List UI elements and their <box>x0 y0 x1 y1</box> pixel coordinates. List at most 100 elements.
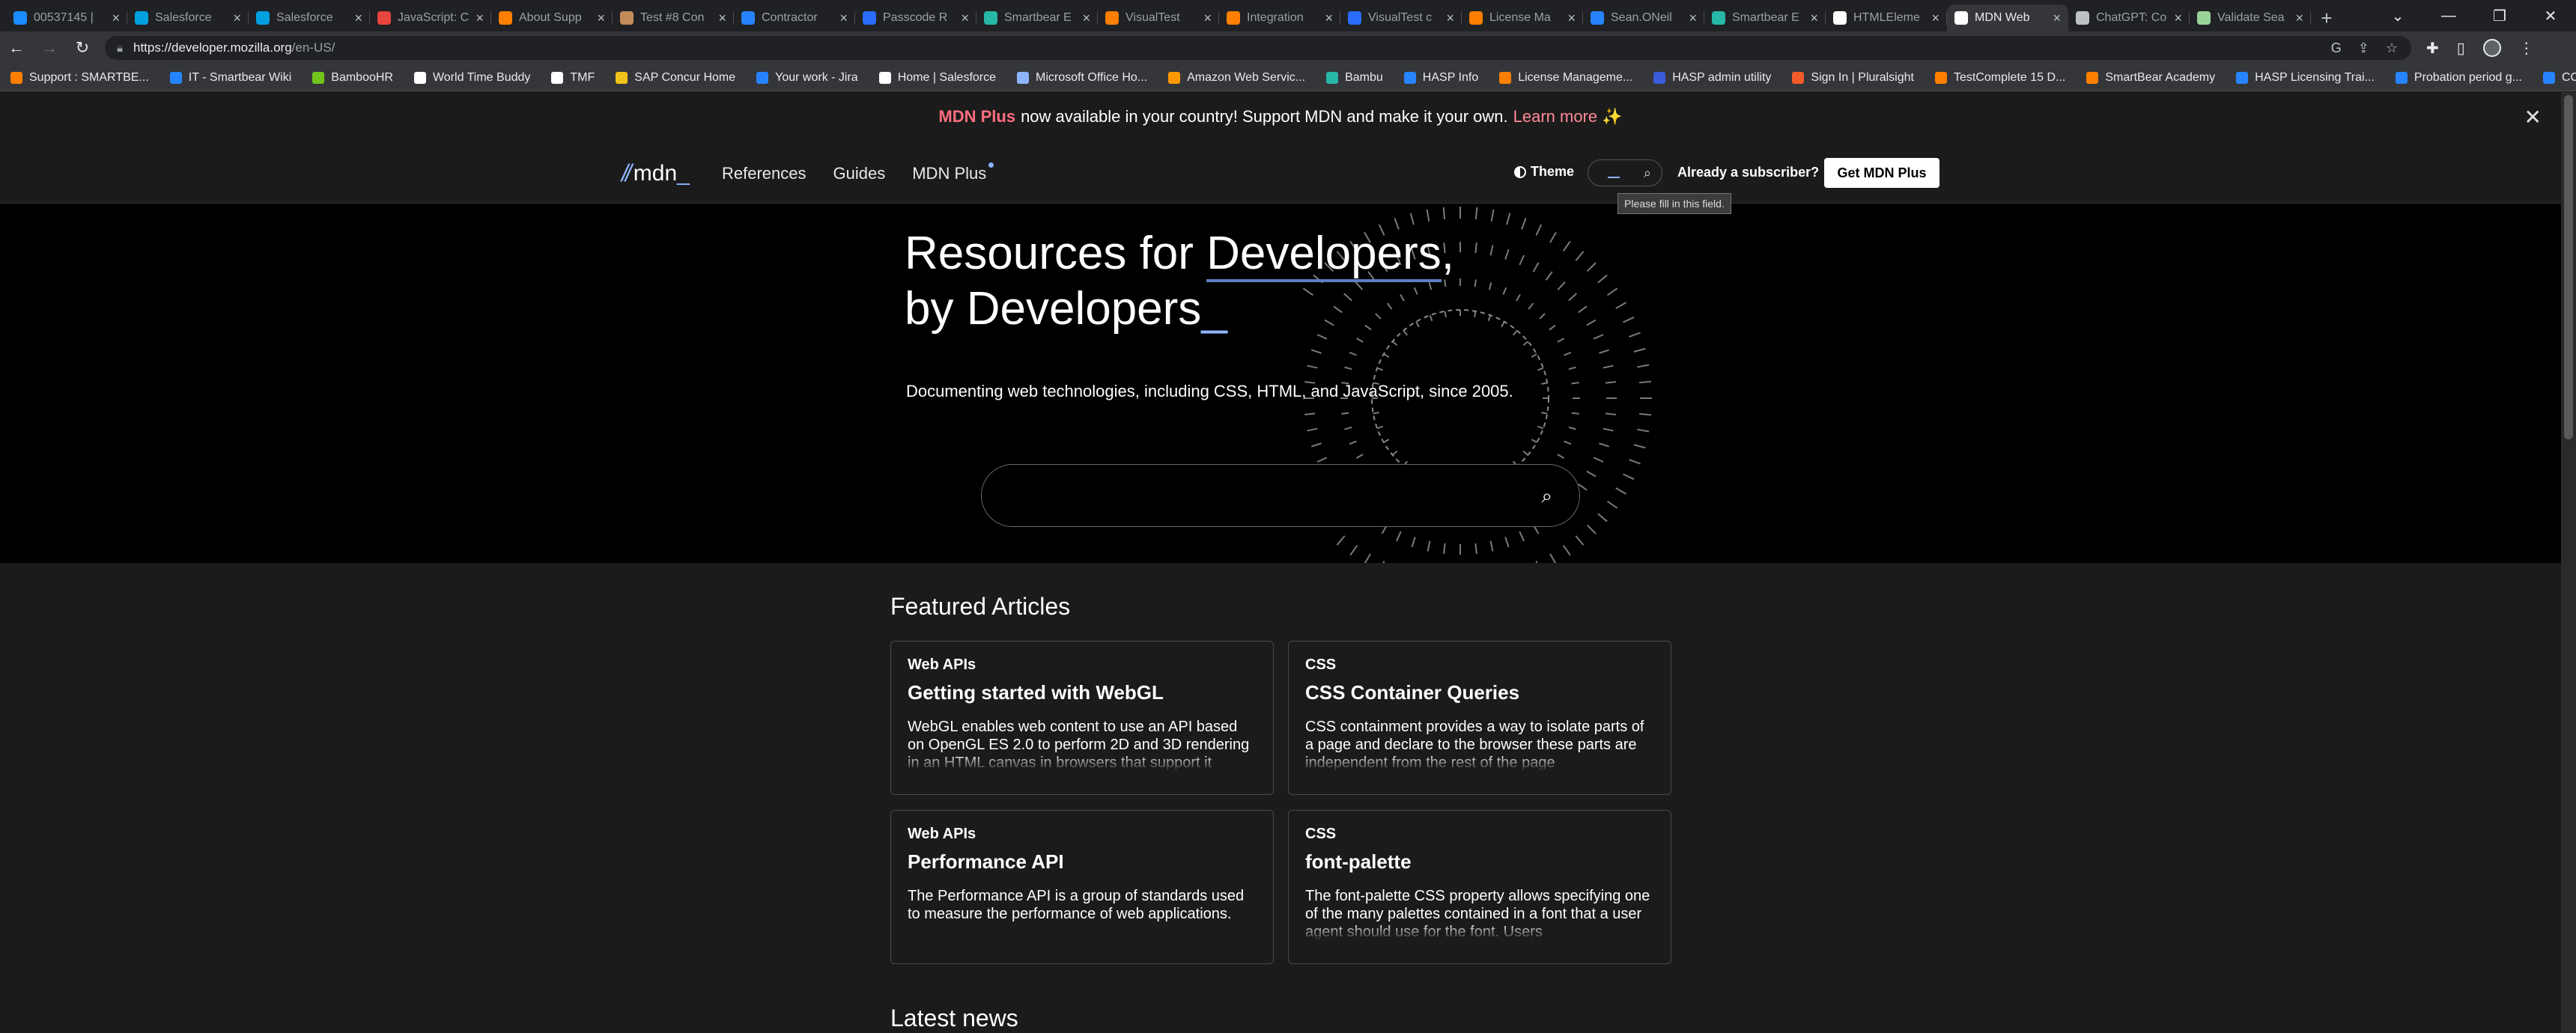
card-title[interactable]: font-palette <box>1305 850 1654 874</box>
close-window-icon[interactable]: ✕ <box>2525 0 2576 31</box>
tab-close-icon[interactable]: × <box>1810 10 1818 26</box>
bookmark-item[interactable]: CCE: Onboarding C... <box>2542 71 2576 85</box>
banner-learn-more-link[interactable]: Learn more ✨ <box>1513 107 1623 127</box>
nav-references[interactable]: References <box>722 164 806 183</box>
mdn-logo[interactable]: // mdn _ <box>622 159 690 187</box>
featured-card[interactable]: Web APIs Performance API The Performance… <box>890 810 1274 964</box>
bookmark-item[interactable]: SmartBear Academy <box>2086 71 2215 85</box>
bookmark-item[interactable]: Microsoft Office Ho... <box>1017 71 1147 85</box>
profile-avatar[interactable] <box>2482 39 2501 57</box>
tab-close-icon[interactable]: × <box>2053 10 2061 26</box>
bookmark-item[interactable]: Bambu <box>1326 71 1383 85</box>
bookmark-item[interactable]: HASP Info <box>1403 71 1478 85</box>
bookmark-item[interactable]: TestComplete 15 D... <box>1934 71 2065 85</box>
featured-card[interactable]: Web APIs Getting started with WebGL WebG… <box>890 641 1274 795</box>
tab-close-icon[interactable]: × <box>476 10 484 26</box>
browser-tab[interactable]: Smartbear E × <box>976 4 1098 31</box>
bookmark-item[interactable]: Sign In | Pluralsight <box>1792 71 1914 85</box>
tab-close-icon[interactable]: × <box>2174 10 2182 26</box>
bookmark-item[interactable]: Home | Salesforce <box>878 71 996 85</box>
bookmark-label: SmartBear Academy <box>2105 70 2216 84</box>
forward-icon[interactable]: → <box>33 31 66 64</box>
browser-tab[interactable]: JavaScript: C × <box>370 4 491 31</box>
tab-close-icon[interactable]: × <box>112 10 120 26</box>
card-title[interactable]: CSS Container Queries <box>1305 681 1654 704</box>
nav-guides[interactable]: Guides <box>833 164 886 183</box>
browser-tab[interactable]: Salesforce × <box>249 4 370 31</box>
bookmark-item[interactable]: BambooHR <box>312 71 393 85</box>
restore-icon[interactable]: ❐ <box>2474 0 2525 31</box>
tab-close-icon[interactable]: × <box>1446 10 1454 26</box>
side-panel-icon[interactable]: ▯ <box>2457 39 2465 58</box>
tab-close-icon[interactable]: × <box>1325 10 1333 26</box>
tab-close-icon[interactable]: × <box>1082 10 1090 26</box>
browser-tab[interactable]: Validate Sea × <box>2190 4 2311 31</box>
bookmark-star-icon[interactable]: ☆ <box>2386 40 2398 56</box>
nav-mdn-plus[interactable]: MDN Plus <box>912 162 994 183</box>
card-title[interactable]: Performance API <box>908 850 1257 874</box>
back-icon[interactable]: ← <box>0 31 33 64</box>
browser-tab[interactable]: Passcode R × <box>855 4 976 31</box>
search-icon[interactable]: ⌕ <box>1541 484 1552 508</box>
tab-close-icon[interactable]: × <box>597 10 605 26</box>
bookmark-item[interactable]: Your work - Jira <box>756 71 858 85</box>
tab-close-icon[interactable]: × <box>1203 10 1212 26</box>
theme-switcher[interactable]: Theme <box>1514 164 1574 180</box>
bookmark-item[interactable]: Amazon Web Servic... <box>1168 71 1305 85</box>
featured-card[interactable]: CSS CSS Container Queries CSS containmen… <box>1288 641 1671 795</box>
menu-icon[interactable]: ⋮ <box>2519 39 2534 58</box>
extensions-icon[interactable]: ✚ <box>2426 39 2439 58</box>
browser-tab[interactable]: Sean.ONeil × <box>1583 4 1704 31</box>
tab-close-icon[interactable]: × <box>718 10 726 26</box>
banner-close-icon[interactable]: ✕ <box>2524 105 2542 129</box>
bookmark-item[interactable]: Probation period g... <box>2395 71 2522 85</box>
browser-tab[interactable]: ChatGPT: Co × <box>2068 4 2190 31</box>
browser-tab[interactable]: Salesforce × <box>127 4 249 31</box>
browser-tab[interactable]: Test #8 Con × <box>613 4 734 31</box>
tab-close-icon[interactable]: × <box>354 10 362 26</box>
browser-tab[interactable]: License Ma × <box>1462 4 1583 31</box>
browser-tab[interactable]: Smartbear E × <box>1704 4 1826 31</box>
subscriber-link[interactable]: Already a subscriber? <box>1677 165 1819 180</box>
tab-favicon-icon <box>1227 11 1240 25</box>
tab-close-icon[interactable]: × <box>233 10 241 26</box>
tab-close-icon[interactable]: × <box>839 10 848 26</box>
bookmark-item[interactable]: HASP admin utility <box>1653 71 1771 85</box>
page-scrollbar[interactable] <box>2561 92 2576 1033</box>
tab-close-icon[interactable]: × <box>1567 10 1576 26</box>
hero-search-input[interactable]: ⌕ <box>981 464 1580 527</box>
search-icon[interactable]: ⌕ <box>1644 165 1651 181</box>
scrollbar-thumb[interactable] <box>2564 95 2573 439</box>
browser-tab[interactable]: VisualTest c × <box>1340 4 1462 31</box>
tab-search-icon[interactable]: ⌄ <box>2372 0 2423 31</box>
tab-close-icon[interactable]: × <box>2295 10 2303 26</box>
google-lens-icon[interactable]: G <box>2331 40 2342 56</box>
bookmark-item[interactable]: TMF <box>551 71 595 85</box>
tab-close-icon[interactable]: × <box>1931 10 1939 26</box>
card-title[interactable]: Getting started with WebGL <box>908 681 1257 704</box>
tab-favicon-icon <box>863 11 876 25</box>
browser-tab[interactable]: Integration × <box>1219 4 1340 31</box>
reload-icon[interactable]: ↻ <box>66 31 99 64</box>
get-mdn-plus-button[interactable]: Get MDN Plus <box>1824 158 1939 188</box>
browser-tab[interactable]: Contractor × <box>734 4 855 31</box>
bookmark-item[interactable]: HASP Licensing Trai... <box>2236 71 2375 85</box>
tab-close-icon[interactable]: × <box>1689 10 1697 26</box>
bookmark-item[interactable]: License Manageme... <box>1499 71 1632 85</box>
header-search-input[interactable]: ⌕ <box>1588 159 1662 186</box>
bookmark-item[interactable]: World Time Buddy <box>413 71 530 85</box>
browser-tab[interactable]: 00537145 | × <box>6 4 127 31</box>
minimize-icon[interactable]: — <box>2423 0 2474 31</box>
featured-card[interactable]: CSS font-palette The font-palette CSS pr… <box>1288 810 1671 964</box>
bookmark-item[interactable]: SAP Concur Home <box>616 71 735 85</box>
bookmark-item[interactable]: Support : SMARTBE... <box>10 71 149 85</box>
browser-tab[interactable]: HTMLEleme × <box>1826 4 1947 31</box>
browser-tab[interactable]: About Supp × <box>491 4 613 31</box>
bookmark-item[interactable]: IT - Smartbear Wiki <box>169 71 291 85</box>
browser-tab[interactable]: VisualTest × <box>1098 4 1219 31</box>
share-icon[interactable]: ⇪ <box>2358 40 2369 56</box>
tab-close-icon[interactable]: × <box>961 10 969 26</box>
address-bar[interactable]: 🔒︎ https://developer.mozilla.org/en-US/ … <box>105 36 2411 60</box>
new-tab-button[interactable]: + <box>2311 4 2342 31</box>
browser-tab[interactable]: MDN Web × <box>1947 4 2068 31</box>
